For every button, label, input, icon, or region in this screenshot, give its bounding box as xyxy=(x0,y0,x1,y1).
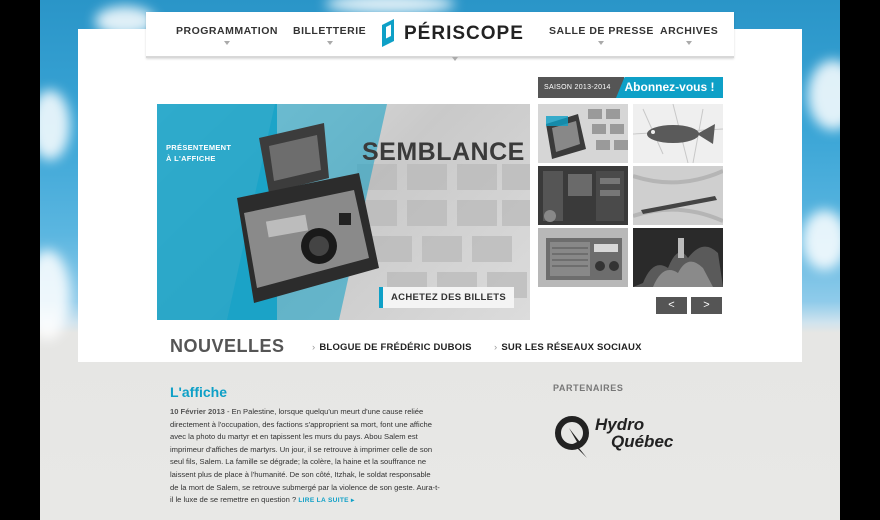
blog-link[interactable]: › BLOGUE DE FRÉDÉRIC DUBOIS xyxy=(312,342,472,353)
cloud xyxy=(40,250,70,340)
hydro-line1: Hydro xyxy=(595,415,645,434)
gallery-thumb-bat[interactable] xyxy=(633,166,723,225)
periscope-mark-icon xyxy=(382,19,394,47)
hydro-quebec-wordmark: Hydro Québec xyxy=(595,416,673,450)
partners-label: PARTENAIRES xyxy=(553,383,624,393)
chevron-down-icon xyxy=(686,41,693,45)
chevron-down-icon xyxy=(326,41,333,45)
read-more-link[interactable]: LIRE LA SUITE ▸ xyxy=(298,497,354,504)
cloud xyxy=(40,90,70,160)
hero-banner[interactable]: PRÉSENTEMENT À L'AFFICHE SEMBLANCE ACHET… xyxy=(157,104,530,320)
article-title[interactable]: L'affiche xyxy=(170,384,227,400)
periscope-logo[interactable]: PÉRISCOPE xyxy=(380,19,523,61)
subscribe-button[interactable]: Abonnez-vous ! xyxy=(616,77,723,98)
season-label: SAISON 2013-2014 xyxy=(538,77,624,98)
chevron-down-icon xyxy=(598,41,605,45)
interior-photo-icon xyxy=(543,171,624,222)
nav-programmation-label: PROGRAMMATION xyxy=(176,25,278,37)
nav-salle-de-presse[interactable]: SALLE DE PRESSE xyxy=(549,25,654,45)
smoke-photo-icon xyxy=(633,238,723,287)
chevron-right-icon: › xyxy=(494,342,498,353)
buy-tickets-button[interactable]: ACHETEZ DES BILLETS xyxy=(379,287,514,308)
gallery-thumb-interior[interactable] xyxy=(538,166,628,225)
cloud xyxy=(802,210,840,270)
camera-photo-icon xyxy=(546,109,628,159)
chevron-down-icon xyxy=(223,41,230,45)
gallery-thumb-fish[interactable] xyxy=(633,104,723,163)
hero-title: SEMBLANCE xyxy=(362,138,525,166)
chevron-right-icon: › xyxy=(312,342,316,353)
radio-photo-icon xyxy=(546,238,622,280)
fish-photo-icon xyxy=(633,104,723,163)
nav-presse-label: SALLE DE PRESSE xyxy=(549,25,654,37)
hydro-quebec-mark-icon xyxy=(555,416,589,458)
hero-subtitle: PRÉSENTEMENT À L'AFFICHE xyxy=(166,142,231,164)
nav-archives-label: ARCHIVES xyxy=(660,25,719,37)
cloud xyxy=(808,60,840,130)
social-link[interactable]: › SUR LES RÉSEAUX SOCIAUX xyxy=(494,342,642,353)
hero-subtitle-line2: À L'AFFICHE xyxy=(166,154,216,163)
gallery-prev-button[interactable]: < xyxy=(656,297,687,314)
article-date: 10 Février 2013 xyxy=(170,407,225,416)
nav-billetterie[interactable]: BILLETTERIE xyxy=(293,25,367,45)
article-excerpt: 10 Février 2013 - En Palestine, lorsque … xyxy=(170,406,440,508)
blog-link-label: BLOGUE DE FRÉDÉRIC DUBOIS xyxy=(319,342,472,353)
top-navigation: PROGRAMMATION BILLETTERIE PÉRISCOPE SALL… xyxy=(146,12,734,61)
season-bar: SAISON 2013-2014 Abonnez-vous ! xyxy=(538,77,723,98)
gallery-thumb-camera[interactable] xyxy=(538,104,628,163)
page-background: PROGRAMMATION BILLETTERIE PÉRISCOPE SALL… xyxy=(40,0,840,520)
gallery-thumb-radio[interactable] xyxy=(538,228,628,287)
social-link-label: SUR LES RÉSEAUX SOCIAUX xyxy=(501,342,642,353)
bat-photo-icon xyxy=(633,169,723,223)
chevron-down-icon xyxy=(452,57,458,61)
hero-subtitle-line1: PRÉSENTEMENT xyxy=(166,143,232,152)
gallery-next-button[interactable]: > xyxy=(691,297,722,314)
nav-programmation[interactable]: PROGRAMMATION xyxy=(176,25,278,45)
gallery-thumb-smoke[interactable] xyxy=(633,228,723,287)
nav-billetterie-label: BILLETTERIE xyxy=(293,25,367,37)
hydro-line2: Québec xyxy=(611,432,674,451)
article-body: - En Palestine, lorsque quelqu'un meurt … xyxy=(170,407,440,505)
nav-archives[interactable]: ARCHIVES xyxy=(660,25,719,45)
news-heading: NOUVELLES xyxy=(170,336,285,356)
hydro-quebec-logo[interactable]: Hydro Québec xyxy=(553,412,693,460)
logo-text: PÉRISCOPE xyxy=(404,23,524,44)
